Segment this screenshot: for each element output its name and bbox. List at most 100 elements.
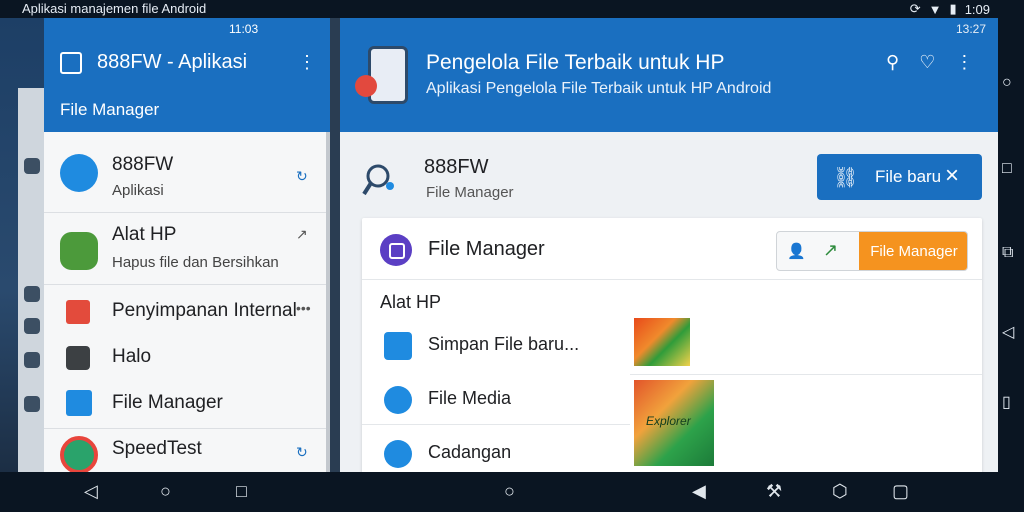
media-icon bbox=[384, 386, 412, 414]
document-icon bbox=[384, 332, 412, 360]
home-icon[interactable]: ○ bbox=[160, 481, 171, 502]
bag-icon bbox=[66, 346, 90, 370]
wifi-icon: ▼ bbox=[928, 1, 942, 17]
left-panel-header: 11:03 888FW - Aplikasi ⋮ File Manager bbox=[44, 18, 330, 132]
app-logo-icon bbox=[60, 154, 98, 192]
recent-square-icon[interactable]: □ bbox=[1002, 160, 1012, 178]
arrow-up-right-icon[interactable]: ↗ bbox=[823, 240, 838, 261]
split-divider[interactable] bbox=[330, 18, 340, 472]
main-header: Pengelola File Terbaik untuk HP Aplikasi… bbox=[340, 18, 998, 132]
chat-icon bbox=[24, 352, 40, 368]
list-item-title: File Manager bbox=[112, 392, 223, 413]
phone-rotate-icon[interactable]: ▯ bbox=[1002, 392, 1011, 412]
more-options-icon[interactable]: ⋮ bbox=[298, 52, 316, 73]
speedometer-icon bbox=[60, 436, 98, 472]
search-subtitle: File Manager bbox=[426, 184, 514, 201]
thumbnail-image[interactable] bbox=[634, 318, 690, 366]
bottom-navbar: ◁ ○ □ ○ ◀ ⚒ ⬡ ▢ bbox=[0, 472, 1024, 512]
open-file-manager-button[interactable]: File Manager bbox=[859, 232, 967, 270]
main-panel: Pengelola File Terbaik untuk HP Aplikasi… bbox=[340, 18, 998, 472]
list-item-title: SpeedTest bbox=[112, 438, 202, 459]
shield-icon bbox=[24, 158, 40, 174]
heart-icon[interactable]: ♡ bbox=[919, 52, 935, 73]
magnifier-network-icon bbox=[362, 164, 394, 196]
folder-icon bbox=[66, 390, 92, 416]
status-icons: ⟳ ▼ ▮ 1:09 bbox=[910, 1, 990, 17]
list-item-888fw[interactable]: 888FW Aplikasi ↻ bbox=[44, 144, 330, 212]
list-item-halo[interactable]: Halo bbox=[44, 340, 330, 384]
link-icon: ⛓ bbox=[833, 167, 859, 189]
list-item-subtitle: Hapus file dan Bersihkan bbox=[112, 254, 279, 271]
list-item-title: Penyimpanan Internal bbox=[112, 300, 297, 321]
status-time: 1:09 bbox=[964, 1, 990, 17]
list-item-subtitle: Aplikasi bbox=[112, 182, 164, 199]
list-item-title: Alat HP bbox=[112, 224, 177, 245]
shopping-bag-icon bbox=[60, 52, 82, 74]
card-header: File Manager 👤 ↗ File Manager bbox=[362, 218, 982, 280]
thumbnail-image[interactable]: Explorer bbox=[634, 380, 714, 466]
divider bbox=[362, 424, 630, 425]
app-logo-icon bbox=[380, 234, 412, 266]
user-icon[interactable]: 👤 bbox=[787, 242, 806, 260]
more-horiz-icon[interactable]: ••• bbox=[296, 300, 311, 316]
backup-icon bbox=[384, 440, 412, 468]
thumbnail-caption: Explorer bbox=[646, 414, 691, 428]
list-item-title: Halo bbox=[112, 346, 152, 367]
mail-icon bbox=[66, 300, 90, 324]
home-icon[interactable]: ○ bbox=[504, 481, 515, 502]
card-row-title: Cadangan bbox=[428, 442, 512, 462]
back-icon[interactable]: ◁ bbox=[84, 481, 98, 502]
tree-icon bbox=[60, 232, 98, 270]
list-item-file-manager[interactable]: File Manager bbox=[44, 386, 330, 430]
background-app-sliver bbox=[0, 18, 44, 488]
list-item-speedtest[interactable]: SpeedTest ↻ bbox=[44, 432, 330, 472]
divider bbox=[44, 212, 330, 213]
back-icon[interactable]: ◁ bbox=[1002, 322, 1014, 342]
divider bbox=[44, 428, 330, 429]
card-section-title: Alat HP bbox=[380, 292, 442, 312]
card-row-title: Simpan File baru... bbox=[428, 334, 580, 354]
left-panel-status-time: 11:03 bbox=[229, 22, 259, 36]
list-item-storage[interactable]: Penyimpanan Internal ••• bbox=[44, 294, 330, 338]
left-panel-app-title: 888FW - Aplikasi bbox=[97, 51, 248, 73]
divider bbox=[44, 284, 330, 285]
sync-icon: ⟳ bbox=[909, 1, 921, 16]
home-circle-icon[interactable]: ○ bbox=[1002, 74, 1012, 92]
card-app-name: File Manager bbox=[428, 238, 545, 260]
window-icon[interactable]: ▢ bbox=[892, 481, 909, 502]
recents-icon[interactable]: □ bbox=[236, 481, 247, 502]
main-subtitle: Aplikasi Pengelola File Terbaik untuk HP… bbox=[426, 80, 772, 97]
screenshot-icon[interactable]: ⧉ bbox=[1002, 244, 1013, 262]
phone-icon bbox=[355, 46, 408, 104]
close-icon[interactable]: × bbox=[945, 162, 959, 190]
arrow-icon[interactable]: ↗ bbox=[296, 226, 308, 243]
battery-icon: ▮ bbox=[949, 1, 957, 16]
list-item-title: 888FW bbox=[112, 154, 174, 175]
right-status-time: 13:27 bbox=[956, 22, 987, 36]
security-icon[interactable]: ⬡ bbox=[832, 481, 848, 502]
more-options-icon[interactable]: ⋮ bbox=[955, 52, 973, 73]
tools-icon[interactable]: ⚒ bbox=[766, 481, 782, 502]
app-card: File Manager 👤 ↗ File Manager Alat HP Si… bbox=[362, 218, 982, 472]
main-title: Pengelola File Terbaik untuk HP bbox=[426, 51, 725, 74]
card-row-title: File Media bbox=[428, 388, 512, 408]
back-icon[interactable]: ◀ bbox=[692, 481, 706, 502]
right-nav: 13:27 ○ □ ⧉ ◁ ▯ bbox=[956, 18, 1024, 472]
app-icon bbox=[24, 318, 40, 334]
refresh-icon[interactable]: ↻ bbox=[296, 444, 308, 461]
header-actions: ⚲ ♡ ⋮ bbox=[886, 52, 973, 73]
new-file-button[interactable]: ⛓ File baru × bbox=[817, 154, 982, 200]
left-panel: 11:03 888FW - Aplikasi ⋮ File Manager 88… bbox=[44, 18, 330, 472]
card-actions: 👤 ↗ File Manager bbox=[776, 231, 968, 271]
status-bar-title: Aplikasi manajemen file Android bbox=[22, 1, 207, 16]
refresh-icon[interactable]: ↻ bbox=[296, 168, 308, 185]
left-panel-subtitle: File Manager bbox=[60, 100, 160, 119]
status-bar: Aplikasi manajemen file Android ⟳ ▼ ▮ 1:… bbox=[0, 0, 1024, 18]
search-title: 888FW bbox=[424, 156, 489, 178]
new-file-label: File baru bbox=[875, 167, 942, 186]
ball-icon bbox=[355, 75, 377, 97]
list-item-alat-hp[interactable]: Alat HP Hapus file dan Bersihkan ↗ bbox=[44, 214, 330, 284]
search-icon bbox=[24, 286, 40, 302]
play-store-icon bbox=[24, 396, 40, 412]
search-icon[interactable]: ⚲ bbox=[886, 52, 899, 73]
